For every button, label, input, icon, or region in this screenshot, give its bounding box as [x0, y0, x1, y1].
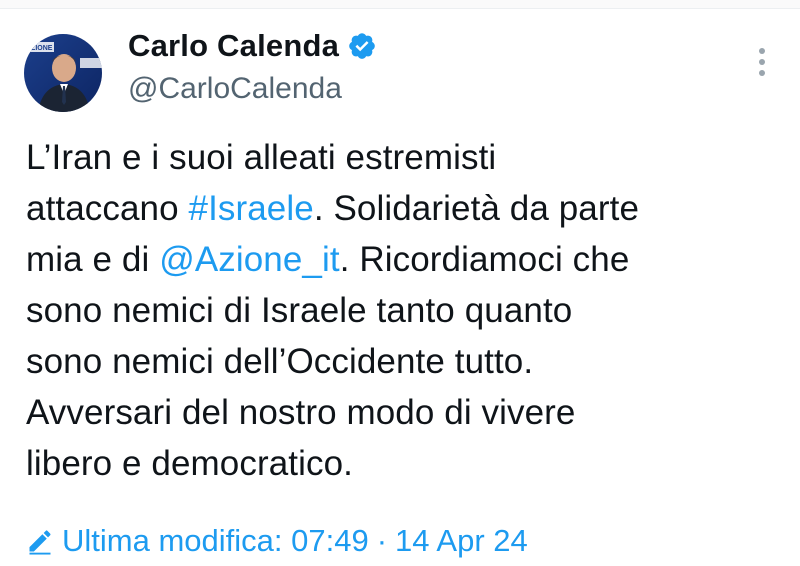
tweet-text-segment: sono nemici di Israele tanto quanto	[26, 291, 573, 330]
avatar-image: AZIONE	[24, 34, 102, 112]
tweet-text-line: attaccano #Israele. Solidarietà da parte	[26, 183, 786, 234]
tweet-text-line: sono nemici di Israele tanto quanto	[26, 285, 786, 336]
tweet-card: AZIONE Carlo Calenda @CarloCalenda L’Ira…	[0, 0, 800, 566]
hashtag-link[interactable]: #Israele	[189, 189, 314, 228]
tweet-text-segment: attaccano	[26, 189, 189, 228]
tweet-text-segment: . Solidarietà da parte	[313, 189, 640, 228]
meta-separator: ·	[376, 523, 388, 558]
edited-label: Ultima modifica: 07:49	[62, 523, 369, 558]
top-divider	[0, 0, 800, 9]
tweet-text-line: libero e democratico.	[26, 438, 786, 489]
tweet-text-segment: sono nemici dell’Occidente tutto.	[26, 342, 534, 381]
edited-timestamp[interactable]: Ultima modifica: 07:49 · 14 Apr 24	[26, 523, 528, 559]
more-options-button[interactable]	[746, 44, 778, 80]
tweet-text-segment: mia e di	[26, 240, 160, 279]
avatar-logo-text: AZIONE	[26, 45, 53, 52]
tweet-date: 14 Apr 24	[395, 523, 528, 558]
tweet-text-segment: Avversari del nostro modo di vivere	[26, 393, 576, 432]
tweet-text-segment: L’Iran e i suoi alleati estremisti	[26, 138, 497, 177]
more-dots-icon	[759, 48, 765, 76]
author-name-row[interactable]: Carlo Calenda	[128, 28, 377, 64]
verified-badge-icon[interactable]	[347, 31, 377, 61]
tweet-text: L’Iran e i suoi alleati estremisti attacc…	[26, 132, 786, 489]
author-display-name[interactable]: Carlo Calenda	[128, 28, 339, 64]
mention-link[interactable]: @Azione_it	[159, 240, 340, 279]
avatar[interactable]: AZIONE	[24, 34, 102, 112]
tweet-text-line: Avversari del nostro modo di vivere	[26, 387, 786, 438]
tweet-text-line: L’Iran e i suoi alleati estremisti	[26, 132, 786, 183]
tweet-text-segment: . Ricordiamoci che	[339, 240, 630, 279]
tweet-text-line: sono nemici dell’Occidente tutto.	[26, 336, 786, 387]
tweet-text-line: mia e di @Azione_it. Ricordiamoci che	[26, 234, 786, 285]
tweet-text-segment: libero e democratico.	[26, 444, 353, 483]
pencil-icon	[26, 527, 54, 555]
author-handle[interactable]: @CarloCalenda	[128, 72, 342, 106]
